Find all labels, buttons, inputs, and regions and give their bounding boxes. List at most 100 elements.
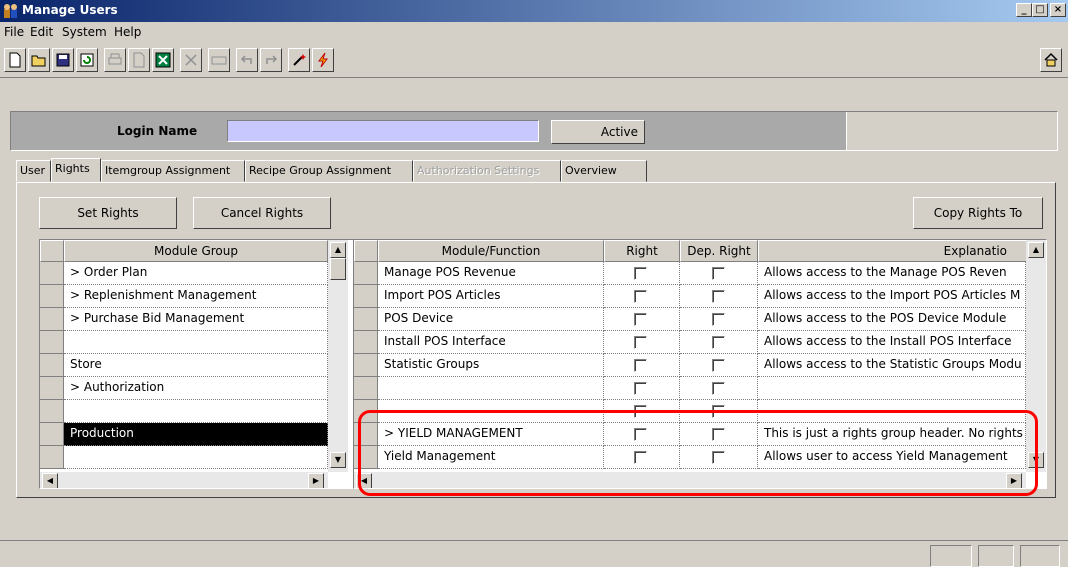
right-checkbox[interactable] [634,382,647,395]
module-grid-hscrollbar[interactable]: ◀ ▶ [40,472,328,488]
function-grid-vscrollbar[interactable]: ▲ ▼ [1026,240,1046,472]
explanation-cell[interactable]: Allows access to the Statistic Groups Mo… [758,354,1026,377]
explanation-cell[interactable]: Allows access to the Manage POS Reven [758,262,1026,285]
lightning-button[interactable] [312,48,334,72]
module-group-cell[interactable] [64,400,328,423]
row-selector[interactable] [40,285,64,308]
row-selector[interactable] [354,423,378,446]
export-excel-button[interactable] [152,48,174,72]
row-selector[interactable] [354,446,378,469]
dep-right-checkbox[interactable] [712,382,725,395]
dep-right-checkbox[interactable] [712,267,725,280]
maximize-button[interactable]: □ [1032,3,1048,17]
row-selector[interactable] [354,308,378,331]
scroll-down-button[interactable]: ▼ [330,452,346,468]
module-function-cell[interactable]: POS Device [378,308,604,331]
save-button[interactable] [52,48,74,72]
explanation-cell[interactable]: Allows access to the POS Device Module [758,308,1026,331]
scroll-up-button[interactable]: ▲ [1028,242,1044,258]
explanation-cell[interactable]: Allows access to the Import POS Articles… [758,285,1026,308]
scroll-thumb[interactable] [330,258,346,280]
scroll-right-button[interactable]: ▶ [1006,473,1022,488]
menu-edit[interactable]: Edit [30,25,53,39]
tab-user[interactable]: User [16,160,51,182]
open-button[interactable] [28,48,50,72]
row-selector[interactable] [354,285,378,308]
right-checkbox[interactable] [634,267,647,280]
abc-button[interactable] [208,48,230,72]
cancel-rights-button[interactable]: Cancel Rights [193,197,331,229]
dep-right-checkbox[interactable] [712,290,725,303]
undo-button[interactable] [236,48,258,72]
right-checkbox[interactable] [634,290,647,303]
module-function-cell[interactable]: Yield Management [378,446,604,469]
home-button[interactable] [1040,48,1062,72]
module-function-header[interactable]: Module/Function [378,240,604,262]
menu-system[interactable]: System [62,25,107,39]
print-button[interactable] [104,48,126,72]
wand-button[interactable] [288,48,310,72]
row-selector[interactable] [40,377,64,400]
module-group-cell[interactable]: > Purchase Bid Management [64,308,328,331]
refresh-button[interactable] [76,48,98,72]
row-selector[interactable] [354,377,378,400]
scroll-up-button[interactable]: ▲ [330,242,346,258]
function-grid-hscrollbar[interactable]: ◀ ▶ [354,472,1026,488]
dep-right-checkbox[interactable] [712,451,725,464]
new-button[interactable] [4,48,26,72]
scroll-right-button[interactable]: ▶ [308,473,324,488]
module-function-cell[interactable] [378,400,604,423]
module-group-cell[interactable] [64,446,328,469]
row-selector[interactable] [40,446,64,469]
menu-file[interactable]: File [4,25,24,39]
tab-rights[interactable]: Rights [51,158,101,182]
module-grid-vscrollbar[interactable]: ▲ ▼ [328,240,348,472]
menu-help[interactable]: Help [114,25,141,39]
right-checkbox[interactable] [634,428,647,441]
dep-right-checkbox[interactable] [712,405,725,418]
module-group-cell[interactable]: > Order Plan [64,262,328,285]
dep-right-header[interactable]: Dep. Right [680,240,758,262]
module-function-cell[interactable]: > YIELD MANAGEMENT [378,423,604,446]
explanation-cell[interactable]: Allows access to the Install POS Interfa… [758,331,1026,354]
explanation-cell[interactable]: Allows user to access Yield Management [758,446,1026,469]
module-function-cell[interactable] [378,377,604,400]
row-selector[interactable] [40,354,64,377]
row-selector[interactable] [354,400,378,423]
tab-overview[interactable]: Overview [561,160,647,182]
dep-right-checkbox[interactable] [712,428,725,441]
explanation-cell[interactable] [758,400,1026,423]
active-button[interactable]: Active [551,120,645,144]
module-function-cell[interactable]: Statistic Groups [378,354,604,377]
scroll-down-button[interactable]: ▼ [1028,452,1044,468]
right-checkbox[interactable] [634,313,647,326]
tab-recipe-group-assignment[interactable]: Recipe Group Assignment [245,160,413,182]
tab-authorization-settings[interactable]: Authorization Settings [413,160,561,182]
row-selector[interactable] [354,262,378,285]
set-rights-button[interactable]: Set Rights [39,197,177,229]
tab-itemgroup-assignment[interactable]: Itemgroup Assignment [101,160,245,182]
module-group-header[interactable]: Module Group [64,240,328,262]
row-selector[interactable] [40,262,64,285]
row-selector[interactable] [354,354,378,377]
module-group-cell[interactable]: > Replenishment Management [64,285,328,308]
close-button[interactable]: × [1050,3,1066,17]
module-function-cell[interactable]: Import POS Articles [378,285,604,308]
row-selector[interactable] [40,308,64,331]
dep-right-checkbox[interactable] [712,359,725,372]
module-group-cell[interactable]: Store [64,354,328,377]
module-function-cell[interactable]: Manage POS Revenue [378,262,604,285]
row-selector[interactable] [40,331,64,354]
module-group-cell[interactable] [64,331,328,354]
right-header[interactable]: Right [604,240,680,262]
explanation-cell[interactable]: This is just a rights group header. No r… [758,423,1026,446]
cut-button[interactable] [180,48,202,72]
scroll-left-button[interactable]: ◀ [356,473,372,488]
print-preview-button[interactable] [128,48,150,72]
explanation-header[interactable]: Explanatio [758,240,1028,262]
scroll-left-button[interactable]: ◀ [42,473,58,488]
right-checkbox[interactable] [634,359,647,372]
copy-rights-to-button[interactable]: Copy Rights To [913,197,1043,229]
dep-right-checkbox[interactable] [712,313,725,326]
module-function-cell[interactable]: Install POS Interface [378,331,604,354]
